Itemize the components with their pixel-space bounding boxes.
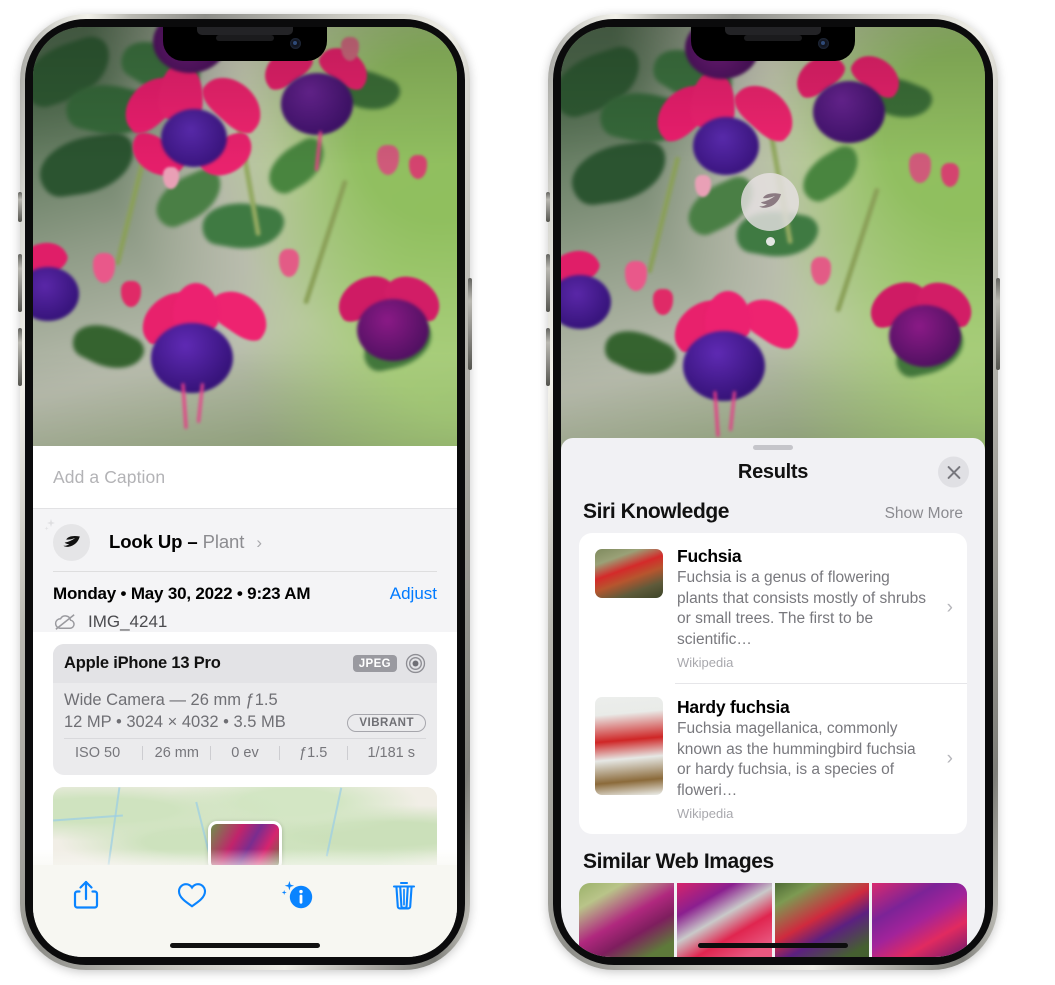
exif-ev: 0 ev bbox=[231, 745, 259, 761]
siri-knowledge-card: Fuchsia Fuchsia is a genus of flowering … bbox=[579, 533, 967, 834]
screen-left: Add a Caption Look Up – Plant › Monday •… bbox=[33, 27, 457, 957]
exif-stats-row: ISO 50 26 mm 0 ev ƒ1.5 1/181 s bbox=[64, 739, 426, 769]
speaker-grille-icon bbox=[216, 35, 274, 41]
delete-button[interactable] bbox=[378, 875, 430, 915]
share-button[interactable] bbox=[60, 875, 112, 915]
web-image-thumbnail[interactable] bbox=[579, 883, 674, 957]
look-up-label: Look Up – Plant › bbox=[109, 531, 262, 553]
list-item[interactable]: Hardy fuchsia Fuchsia magellanica, commo… bbox=[579, 684, 967, 834]
camera-model: Apple iPhone 13 Pro bbox=[64, 654, 221, 672]
exif-header: Apple iPhone 13 Pro JPEG bbox=[53, 644, 437, 683]
leaf-icon bbox=[741, 173, 799, 231]
favorite-button[interactable] bbox=[166, 875, 218, 915]
list-item[interactable]: Fuchsia Fuchsia is a genus of flowering … bbox=[579, 533, 967, 683]
web-image-thumbnail[interactable] bbox=[872, 883, 967, 957]
info-button[interactable] bbox=[272, 875, 324, 915]
heart-icon bbox=[177, 883, 207, 908]
close-button[interactable] bbox=[938, 456, 969, 488]
image-size-info: 12 MP • 3024 × 4032 • 3.5 MB bbox=[64, 713, 286, 731]
chevron-right-icon: › bbox=[946, 597, 953, 618]
look-up-dash: – bbox=[187, 531, 198, 552]
badge-anchor-dot bbox=[765, 237, 775, 246]
similar-web-images-title: Similar Web Images bbox=[583, 850, 774, 873]
lens-info: Wide Camera — 26 mm ƒ1.5 bbox=[64, 691, 278, 709]
exif-shutter: 1/181 s bbox=[367, 745, 416, 761]
screenshot-root: Add a Caption Look Up – Plant › Monday •… bbox=[0, 0, 1055, 985]
look-up-row[interactable]: Look Up – Plant › bbox=[44, 518, 437, 565]
exif-iso: ISO 50 bbox=[75, 745, 121, 761]
results-title: Results bbox=[737, 460, 809, 483]
photo-vignette bbox=[33, 27, 457, 489]
volume-up-button[interactable] bbox=[18, 254, 22, 312]
home-indicator[interactable] bbox=[170, 943, 320, 948]
caption-placeholder[interactable]: Add a Caption bbox=[53, 467, 165, 488]
power-button[interactable] bbox=[468, 278, 472, 370]
result-title: Hardy fuchsia bbox=[677, 697, 790, 717]
phone-left: Add a Caption Look Up – Plant › Monday •… bbox=[18, 14, 472, 970]
format-badge: JPEG bbox=[352, 655, 397, 672]
volume-down-button[interactable] bbox=[546, 328, 550, 386]
siri-knowledge-header: Siri Knowledge Show More bbox=[561, 494, 985, 533]
home-indicator[interactable] bbox=[698, 943, 848, 948]
leaf-glyph bbox=[63, 535, 80, 547]
result-thumbnail bbox=[595, 549, 663, 598]
photo-info-sheet: Add a Caption Look Up – Plant › Monday •… bbox=[33, 446, 457, 957]
adjust-button[interactable]: Adjust bbox=[390, 584, 437, 604]
share-icon bbox=[73, 880, 99, 909]
trash-icon bbox=[392, 881, 416, 910]
power-button[interactable] bbox=[996, 278, 1000, 370]
photo-style-badge: VIBRANT bbox=[347, 713, 426, 732]
photo-date: Monday • May 30, 2022 • 9:23 AM bbox=[53, 584, 311, 603]
earpiece-speaker bbox=[197, 27, 293, 35]
result-source: Wikipedia bbox=[677, 806, 734, 821]
phone-right: Results Siri Knowledge Show More Fuchsia… bbox=[546, 14, 1000, 970]
look-up-title: Look Up bbox=[109, 531, 183, 552]
silent-switch[interactable] bbox=[546, 192, 550, 222]
results-header: Results bbox=[561, 450, 985, 494]
chevron-right-icon: › bbox=[946, 748, 953, 769]
exif-aperture: ƒ1.5 bbox=[299, 745, 328, 761]
silent-switch[interactable] bbox=[18, 192, 22, 222]
result-description: Fuchsia is a genus of flowering plants t… bbox=[677, 569, 926, 648]
close-icon bbox=[947, 465, 960, 479]
earpiece-speaker bbox=[725, 27, 821, 35]
exif-card[interactable]: Apple iPhone 13 Pro JPEG Wide Camera — 2… bbox=[53, 644, 437, 775]
leaf-glyph bbox=[759, 193, 782, 208]
chevron-right-icon: › bbox=[256, 533, 262, 552]
caption-field-row[interactable]: Add a Caption bbox=[33, 446, 457, 509]
screen-right: Results Siri Knowledge Show More Fuchsia… bbox=[561, 27, 985, 957]
look-up-subject: Plant bbox=[202, 531, 245, 552]
leaf-icon bbox=[44, 518, 90, 561]
result-description: Fuchsia magellanica, commonly known as t… bbox=[677, 720, 916, 799]
siri-knowledge-title: Siri Knowledge bbox=[583, 500, 730, 523]
result-thumbnail bbox=[595, 697, 663, 795]
result-title: Fuchsia bbox=[677, 546, 742, 566]
photo-viewer[interactable] bbox=[561, 27, 985, 483]
sparkle-icon bbox=[44, 518, 55, 530]
volume-down-button[interactable] bbox=[18, 328, 22, 386]
look-up-section: Look Up – Plant › bbox=[33, 509, 457, 572]
camera-lens-icon bbox=[405, 653, 426, 674]
similar-web-images-header: Similar Web Images bbox=[561, 834, 985, 883]
speaker-grille-icon bbox=[744, 35, 802, 41]
icloud-slash-icon bbox=[54, 614, 75, 630]
exif-body: Wide Camera — 26 mm ƒ1.5 12 MP • 3024 × … bbox=[53, 683, 437, 775]
info-sparkle-icon bbox=[281, 881, 313, 909]
results-sheet: Results Siri Knowledge Show More Fuchsia… bbox=[561, 438, 985, 957]
metadata-section: Monday • May 30, 2022 • 9:23 AM Adjust I… bbox=[33, 572, 457, 632]
photo-vignette bbox=[561, 27, 985, 483]
volume-up-button[interactable] bbox=[546, 254, 550, 312]
photo-filename: IMG_4241 bbox=[88, 612, 168, 631]
photo-viewer[interactable] bbox=[33, 27, 457, 489]
result-source: Wikipedia bbox=[677, 655, 734, 670]
front-camera-icon bbox=[290, 38, 301, 49]
front-camera-icon bbox=[818, 38, 829, 49]
visual-lookup-badge[interactable] bbox=[741, 173, 799, 246]
show-more-button[interactable]: Show More bbox=[885, 505, 963, 523]
exif-focal: 26 mm bbox=[154, 745, 199, 761]
